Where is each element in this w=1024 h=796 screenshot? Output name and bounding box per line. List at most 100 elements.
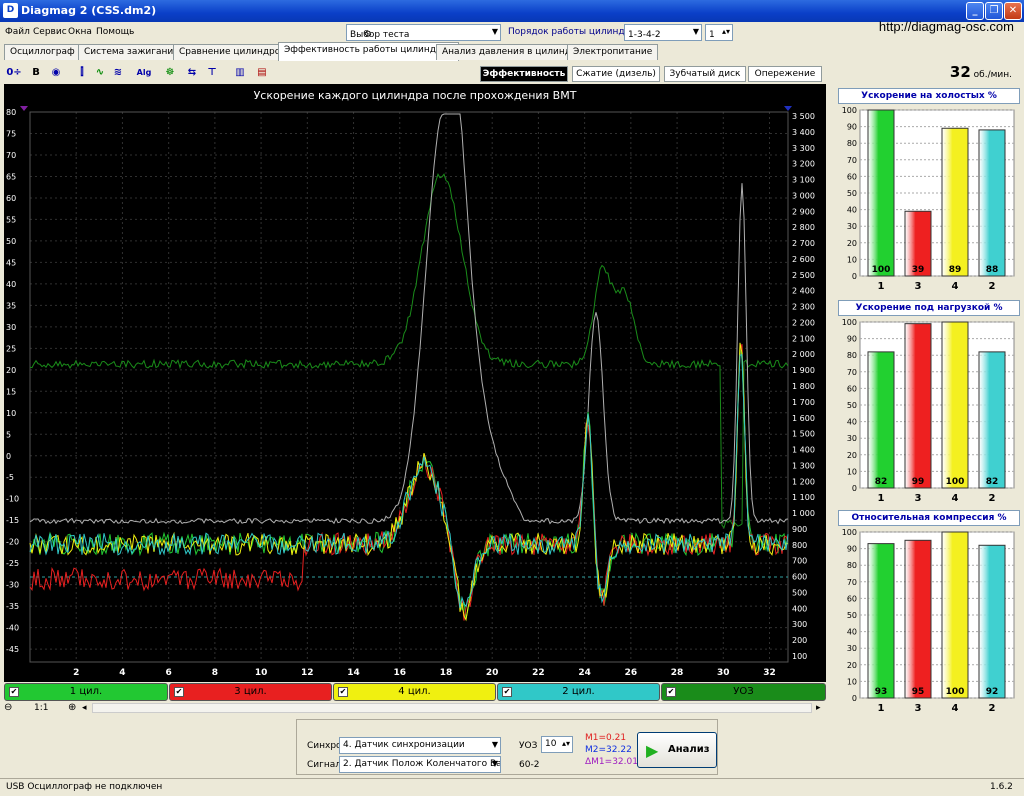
tab-cyl-efficiency[interactable]: Эффективность работы цилиндров bbox=[278, 42, 459, 61]
menu-service[interactable]: Сервис bbox=[33, 27, 67, 37]
bar-value-label: 100 bbox=[872, 265, 891, 275]
channel-cyl-1[interactable]: ✔ 1 цил. bbox=[4, 683, 168, 701]
left-marker-icon[interactable] bbox=[20, 106, 28, 111]
y-left-tick: 80 bbox=[6, 108, 16, 117]
signal-select[interactable]: 2. Датчик Полож Коленчатого Вал ▼ bbox=[339, 756, 501, 773]
test-select[interactable]: ⚙ Выбор теста ▼ bbox=[346, 24, 501, 41]
tree-icon[interactable]: ☸ bbox=[162, 65, 178, 81]
checkbox-icon[interactable]: ✔ bbox=[174, 687, 184, 697]
bar-axis-tick: 0 bbox=[852, 484, 857, 493]
sync-select[interactable]: 4. Датчик синхронизации ▼ bbox=[339, 737, 501, 754]
y-left-tick: 25 bbox=[6, 344, 16, 353]
scroll-right-icon[interactable]: ▸ bbox=[816, 703, 821, 713]
teeth-value: 60-2 bbox=[519, 760, 539, 770]
bars-red-icon[interactable]: ▤ bbox=[254, 65, 270, 81]
y-left-tick: 0 bbox=[6, 452, 11, 461]
y-right-tick: 800 bbox=[792, 541, 807, 550]
bar-cyl-2 bbox=[979, 130, 1005, 276]
close-button[interactable]: ✕ bbox=[1004, 2, 1022, 20]
bold-b-icon[interactable]: B bbox=[28, 65, 44, 81]
sync-panel: Синхро: 4. Датчик синхронизации ▼ Сигнал:… bbox=[296, 719, 718, 775]
subtab-compression[interactable]: Сжатие (дизель) bbox=[572, 66, 660, 82]
y-right-tick: 3 000 bbox=[792, 191, 815, 200]
site-url[interactable]: http://diagmag-osc.com bbox=[879, 19, 1014, 34]
checkbox-icon[interactable]: ✔ bbox=[338, 687, 348, 697]
y-right-tick: 1 700 bbox=[792, 398, 815, 407]
filter-icon[interactable]: ⊤ bbox=[204, 65, 220, 81]
scroll-left-icon[interactable]: ◂ bbox=[82, 703, 87, 713]
subtab-gear[interactable]: Зубчатый диск bbox=[664, 66, 746, 82]
minimize-button[interactable]: _ bbox=[966, 2, 984, 20]
bars-icon[interactable]: ▥ bbox=[232, 65, 248, 81]
tab-cyl-compare[interactable]: Сравнение цилиндров bbox=[173, 44, 292, 60]
menu-windows[interactable]: Окна bbox=[68, 27, 92, 37]
bar-cyl-4 bbox=[942, 322, 968, 488]
bar-axis-tick: 30 bbox=[847, 222, 857, 231]
checkbox-icon[interactable]: ✔ bbox=[9, 687, 19, 697]
channel-cyl-4[interactable]: ✔ 4 цил. bbox=[333, 683, 496, 701]
cyl-order-select[interactable]: 1-3-4-2 ▼ bbox=[624, 24, 702, 41]
horizontal-scrollbar[interactable] bbox=[92, 703, 812, 713]
load-accel-chart: Ускорение под нагрузкой % 100 90 80 70 60 50 4… bbox=[834, 298, 1022, 506]
y-left-tick: 15 bbox=[6, 387, 16, 396]
channel-uoz[interactable]: ✔ УОЗ bbox=[661, 683, 826, 701]
zoom-out-icon[interactable]: ⊖ bbox=[4, 702, 12, 713]
tab-ignition[interactable]: Система зажигания bbox=[78, 44, 185, 60]
app-icon: D bbox=[3, 3, 18, 18]
tab-pressure[interactable]: Анализ давления в цилиндре bbox=[436, 44, 588, 60]
y-left-tick: 60 bbox=[6, 194, 16, 203]
channel-cyl-2[interactable]: ✔ 2 цил. bbox=[497, 683, 660, 701]
cyl-number-spinner[interactable]: 1 ▴▾ bbox=[705, 24, 733, 41]
menu-file[interactable]: Файл bbox=[5, 27, 30, 37]
subtab-advance[interactable]: Опережение bbox=[748, 66, 822, 82]
analyze-button[interactable]: ▶ Анализ bbox=[637, 732, 717, 768]
uoz-spinner[interactable]: 10 ▴▾ bbox=[541, 736, 573, 753]
channel-cyl-3[interactable]: ✔ 3 цил. bbox=[169, 683, 332, 701]
y-left-tick: -5 bbox=[6, 473, 14, 482]
x-tick: 6 bbox=[166, 668, 172, 678]
bar-value-label: 99 bbox=[912, 477, 925, 487]
zoom-in-icon[interactable]: ⊕ bbox=[68, 702, 76, 713]
dm1-value: ΔM1=32.01 bbox=[585, 757, 638, 767]
signal-trace bbox=[30, 174, 788, 528]
split-icon[interactable]: ⇆ bbox=[184, 65, 200, 81]
right-marker-icon[interactable] bbox=[784, 106, 792, 111]
bar-cyl-2 bbox=[979, 352, 1005, 488]
y-left-tick: 40 bbox=[6, 280, 16, 289]
checkbox-icon[interactable]: ✔ bbox=[666, 687, 676, 697]
load-accel-svg: 10090807060504030201008219931004822 bbox=[834, 316, 1022, 508]
tab-oscilloscope[interactable]: Осциллограф bbox=[4, 44, 81, 60]
checkbox-icon[interactable]: ✔ bbox=[502, 687, 512, 697]
y-left-tick: 5 bbox=[6, 430, 11, 439]
wave-icon[interactable]: ∿ bbox=[92, 65, 108, 81]
bar-category-label: 2 bbox=[989, 493, 996, 504]
tab-power[interactable]: Электропитание bbox=[567, 44, 658, 60]
algo-icon[interactable]: Alg bbox=[136, 65, 152, 81]
bar-axis-tick: 20 bbox=[847, 661, 857, 670]
bar-cyl-1 bbox=[868, 352, 894, 488]
maximize-button[interactable]: ❐ bbox=[985, 2, 1003, 20]
window-title: Diagmag 2 (CSS.dm2) bbox=[21, 4, 156, 17]
rpm-icon[interactable]: ◉ bbox=[48, 65, 64, 81]
subtab-efficiency[interactable]: Эффективность bbox=[480, 66, 568, 82]
acceleration-chart[interactable]: Ускорение каждого цилиндра после прохожд… bbox=[4, 84, 826, 682]
x-tick: 2 bbox=[73, 668, 79, 678]
compression-svg: 10090807060504030201009319531004922 bbox=[834, 526, 1022, 718]
y-left-tick: -30 bbox=[6, 581, 19, 590]
menu-help[interactable]: Помощь bbox=[96, 27, 134, 37]
idle-accel-svg: 10090807060504030201001001393894882 bbox=[834, 104, 1022, 296]
zoom-fit-icon[interactable]: 0÷ bbox=[6, 65, 22, 81]
measure-icon[interactable]: ⫿ bbox=[74, 65, 90, 81]
y-left-tick: 10 bbox=[6, 409, 16, 418]
bar-axis-tick: 0 bbox=[852, 272, 857, 281]
bar-value-label: 93 bbox=[875, 687, 888, 697]
wave-multi-icon[interactable]: ≋ bbox=[110, 65, 126, 81]
idle-accel-chart: Ускорение на холостых % 100 90 80 70 60 50 40 3… bbox=[834, 86, 1022, 294]
bar-axis-tick: 30 bbox=[847, 644, 857, 653]
status-bar: USB Осциллограф не подключен 1.6.2 bbox=[0, 778, 1024, 796]
m1-value: M1=0.21 bbox=[585, 733, 626, 743]
y-right-tick: 2 500 bbox=[792, 271, 815, 280]
bar-axis-tick: 70 bbox=[847, 578, 857, 587]
bar-category-label: 1 bbox=[878, 703, 885, 714]
bar-axis-tick: 100 bbox=[842, 106, 857, 115]
